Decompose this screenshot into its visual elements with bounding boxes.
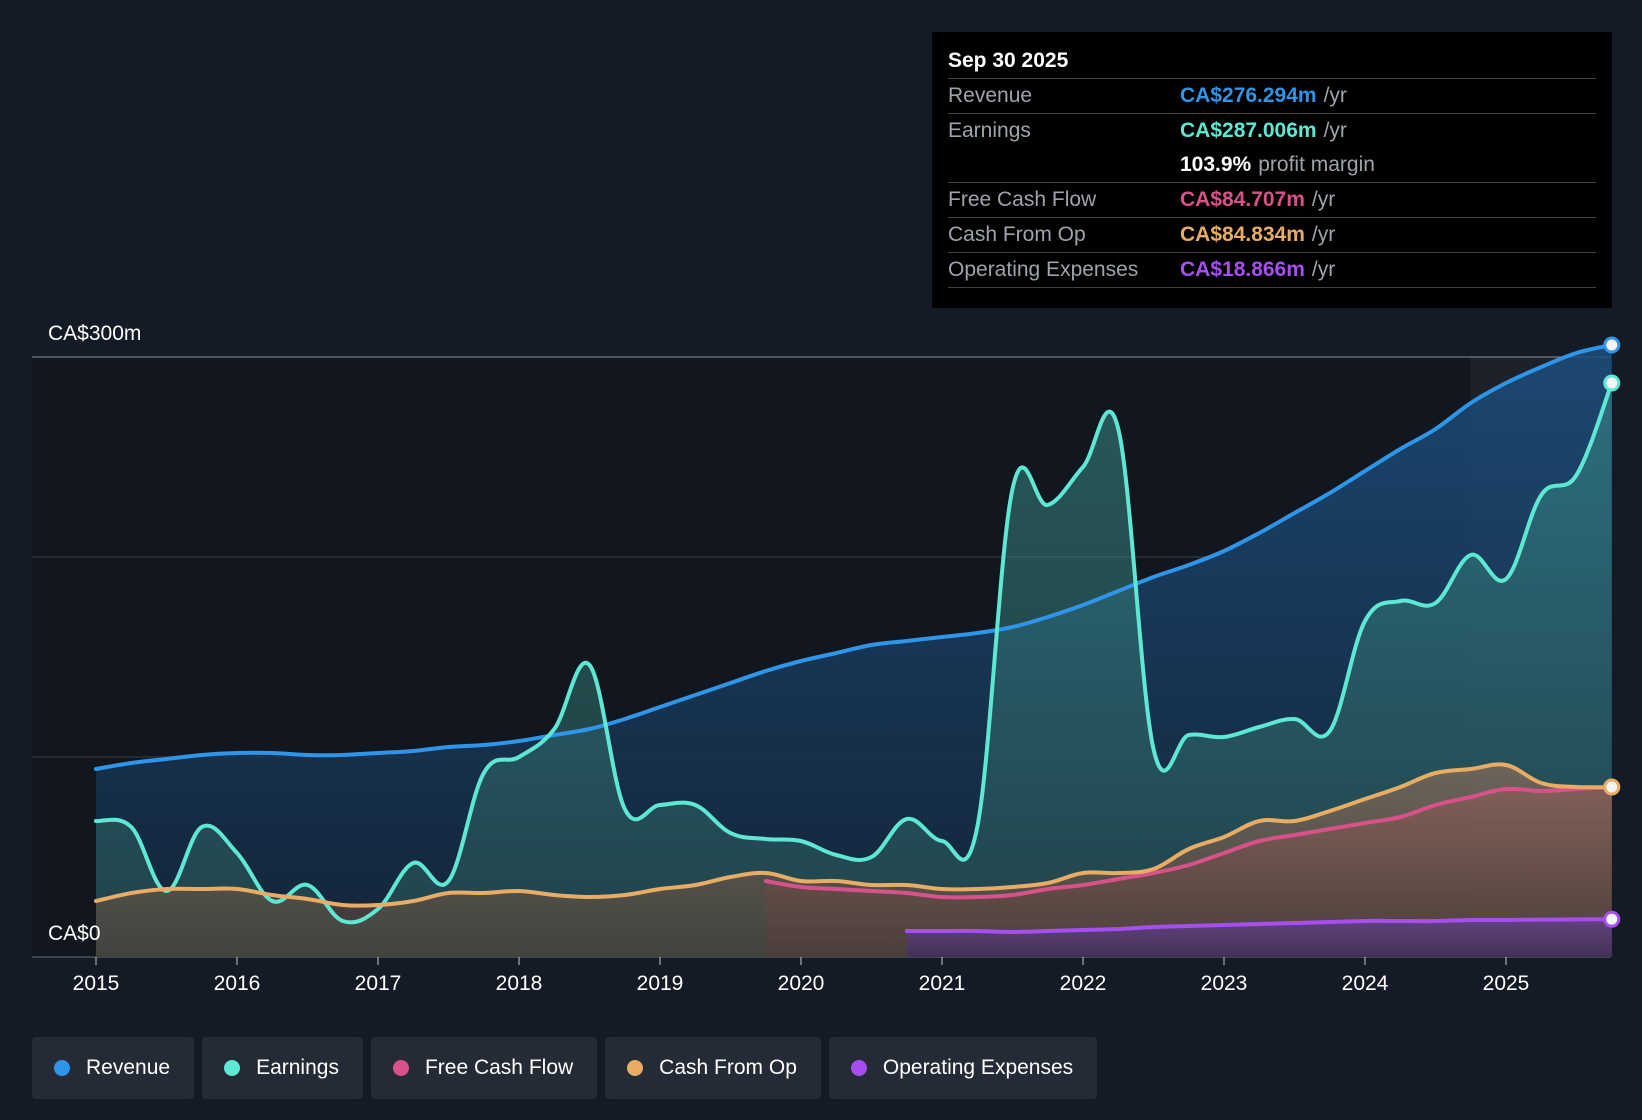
- tooltip-value: CA$287.006m: [1180, 119, 1317, 142]
- legend-dot-icon: [850, 1060, 867, 1076]
- legend-label: Earnings: [256, 1056, 339, 1079]
- tooltip-unit: /yr: [1311, 223, 1336, 246]
- legend-dot-icon: [224, 1060, 241, 1076]
- legend-item-free-cash-flow[interactable]: Free Cash Flow: [370, 1037, 598, 1099]
- legend-dot-icon: [54, 1060, 70, 1076]
- x-tick-label: 2019: [637, 972, 684, 995]
- end-dot-operating-expenses: [1603, 910, 1621, 928]
- tooltip-unit: /yr: [1323, 119, 1347, 142]
- x-tick-label: 2016: [214, 972, 261, 995]
- tooltip-label: Earnings: [948, 119, 1031, 142]
- tooltip-label: Revenue: [948, 84, 1033, 107]
- tooltip-row-free-cash-flow: Free Cash Flow CA$84.707m /yr: [948, 183, 1596, 218]
- legend-dot-icon: [392, 1060, 409, 1076]
- legend-item-operating-expenses[interactable]: Operating Expenses: [828, 1037, 1098, 1099]
- end-dot-cash-from-op: [1603, 778, 1621, 796]
- x-tick-label: 2022: [1060, 972, 1107, 995]
- x-tick-label: 2018: [496, 972, 543, 995]
- legend-item-cash-from-op[interactable]: Cash From Op: [605, 1037, 821, 1099]
- tooltip-value: CA$276.294m: [1180, 84, 1317, 107]
- legend: Revenue Earnings Free Cash Flow Cash Fro…: [32, 1037, 1098, 1099]
- tooltip-row-cash-from-op: Cash From Op CA$84.834m /yr: [948, 218, 1596, 253]
- legend-label: Cash From Op: [659, 1056, 797, 1079]
- x-axis-ticks: 2015 2016 2017 2018 2019 2020 2021 2022 2023 2024…: [73, 957, 1530, 995]
- x-tick-label: 2023: [1201, 972, 1248, 995]
- tooltip-value: 103.9%: [1180, 153, 1252, 176]
- legend-label: Revenue: [86, 1056, 171, 1079]
- legend-label: Free Cash Flow: [424, 1056, 574, 1079]
- tooltip-label: Operating Expenses: [948, 258, 1139, 281]
- tooltip-panel: Sep 30 2025 Revenue CA$276.294m /yr Earn…: [932, 32, 1612, 308]
- end-dot-revenue: [1603, 336, 1621, 354]
- tooltip-row-profit-margin: 103.9% profit margin: [948, 148, 1596, 183]
- tooltip-unit: /yr: [1323, 84, 1347, 107]
- end-dot-earnings: [1603, 374, 1621, 392]
- legend-item-revenue[interactable]: Revenue: [32, 1037, 195, 1099]
- tooltip-unit: /yr: [1311, 258, 1336, 281]
- legend-item-earnings[interactable]: Earnings: [202, 1037, 363, 1099]
- y-axis-top-label: CA$300m: [48, 322, 141, 345]
- tooltip-row-operating-expenses: Operating Expenses CA$18.866m /yr: [948, 253, 1596, 288]
- tooltip-value: CA$84.834m: [1180, 223, 1305, 246]
- tooltip-row-earnings: Earnings CA$287.006m /yr: [948, 114, 1596, 148]
- legend-label: Operating Expenses: [882, 1056, 1074, 1079]
- tooltip-date: Sep 30 2025: [948, 46, 1596, 79]
- tooltip-label: [948, 148, 1180, 182]
- tooltip-unit: profit margin: [1258, 153, 1375, 176]
- x-tick-label: 2024: [1342, 972, 1389, 995]
- x-tick-label: 2025: [1483, 972, 1530, 995]
- tooltip-label: Free Cash Flow: [948, 188, 1097, 211]
- tooltip-row-revenue: Revenue CA$276.294m /yr: [948, 79, 1596, 114]
- tooltip-unit: /yr: [1311, 188, 1336, 211]
- x-tick-label: 2020: [778, 972, 825, 995]
- x-tick-label: 2015: [73, 972, 120, 995]
- x-tick-label: 2021: [919, 972, 966, 995]
- x-tick-label: 2017: [355, 972, 402, 995]
- tooltip-label: Cash From Op: [948, 223, 1086, 246]
- legend-dot-icon: [627, 1060, 644, 1076]
- y-axis-bottom-label: CA$0: [48, 922, 101, 945]
- tooltip-value: CA$84.707m: [1180, 188, 1305, 211]
- tooltip-value: CA$18.866m: [1180, 258, 1305, 281]
